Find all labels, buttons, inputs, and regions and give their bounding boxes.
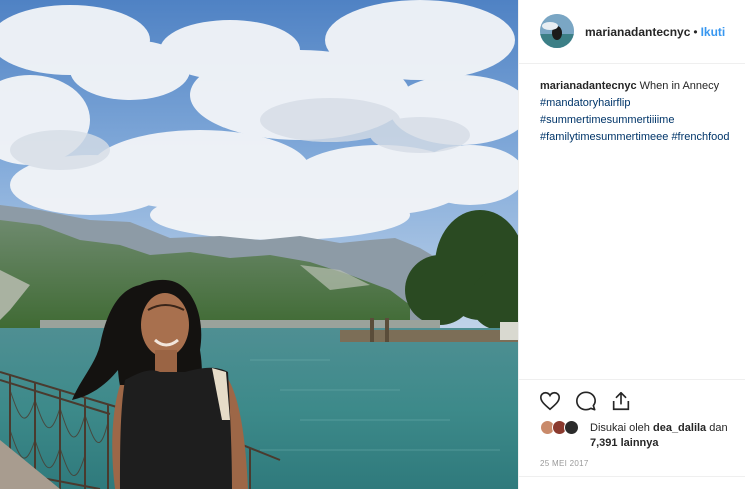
hashtag-link[interactable]: #familytimesummertimeee xyxy=(540,131,668,143)
caption-username[interactable]: marianadantecnyc xyxy=(540,80,637,92)
heart-icon[interactable] xyxy=(539,390,561,412)
liker-avatar[interactable] xyxy=(564,420,579,435)
lake-annecy-photo xyxy=(0,0,518,489)
post-photo[interactable] xyxy=(0,0,518,489)
share-icon[interactable] xyxy=(610,390,632,412)
caption-text: When in Annecy xyxy=(639,80,720,92)
actions-divider xyxy=(519,379,745,380)
header-username[interactable]: marianadantecnyc xyxy=(585,25,690,39)
post-header: marianadantecnyc • Ikuti xyxy=(519,0,745,64)
avatar-image xyxy=(540,14,574,48)
liked-prefix: Disukai oleh xyxy=(590,422,650,434)
liked-user-link[interactable]: dea_dalila xyxy=(653,422,706,434)
post-side-panel: marianadantecnyc • Ikuti marianadantecnyc … xyxy=(518,0,745,489)
follow-button[interactable]: Ikuti xyxy=(701,25,726,39)
hashtag-link[interactable]: #frenchfood xyxy=(671,131,729,143)
liked-conjunction: dan xyxy=(709,422,728,434)
header-separator: • xyxy=(693,25,698,39)
avatar[interactable] xyxy=(540,14,574,48)
post-caption: marianadantecnyc When in Annecy #mandato… xyxy=(540,78,745,146)
likes-summary: Disukai oleh dea_dalila dan 7,391 lainny… xyxy=(540,419,745,459)
likes-count-link[interactable]: 7,391 lainnya xyxy=(590,437,659,449)
header-username-row: marianadantecnyc • Ikuti xyxy=(585,25,725,39)
liked-by-text: Disukai oleh dea_dalila dan xyxy=(590,421,728,436)
post-date[interactable]: 25 MEI 2017 xyxy=(540,459,589,468)
hashtag-link[interactable]: #mandatoryhairflip xyxy=(540,95,745,112)
comment-icon[interactable] xyxy=(575,390,597,412)
bottom-divider xyxy=(519,476,745,477)
hashtag-link[interactable]: #summertimesummertiiiime xyxy=(540,112,745,129)
